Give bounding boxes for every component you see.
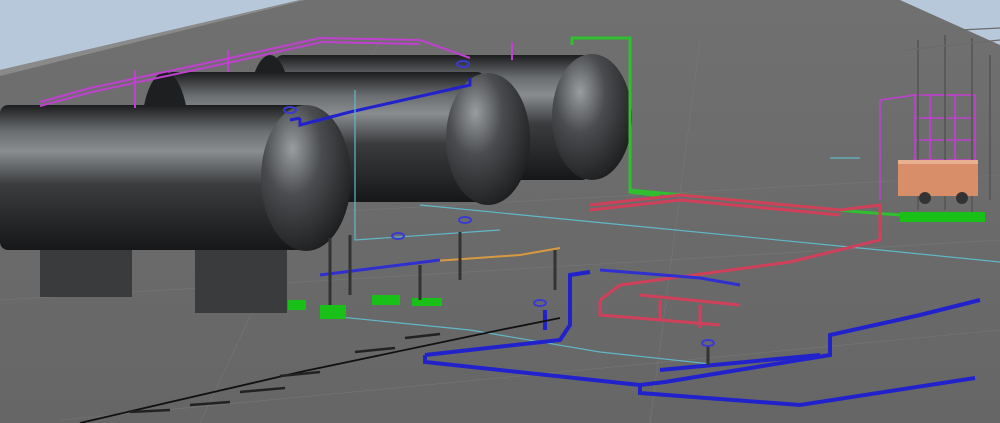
tank-front[interactable] — [0, 105, 351, 251]
3d-plant-viewport[interactable] — [0, 0, 1000, 423]
plant-scene[interactable] — [0, 0, 1000, 423]
